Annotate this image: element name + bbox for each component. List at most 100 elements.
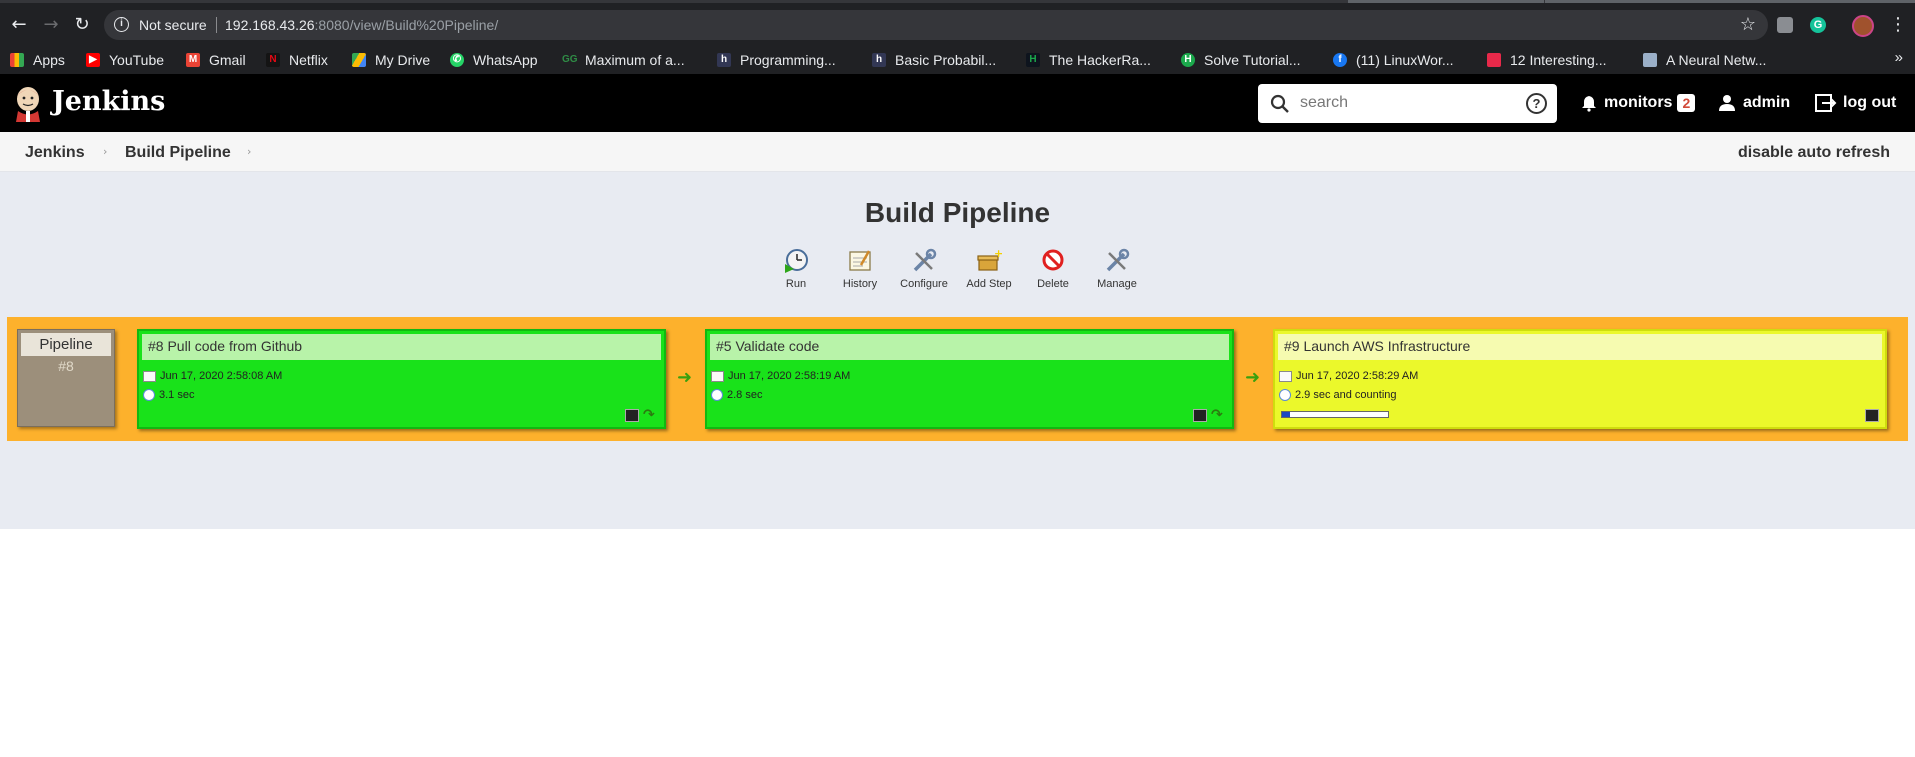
pipeline-number[interactable]: #8	[18, 358, 114, 374]
app-title[interactable]: Jenkins	[52, 86, 165, 117]
console-icon[interactable]	[1193, 409, 1207, 422]
bookmark-label: Maximum of a...	[585, 52, 685, 68]
bookmark-solve-tutorial[interactable]: H Solve Tutorial...	[1181, 50, 1301, 70]
divider	[216, 17, 217, 33]
bookmark-label: Programming...	[740, 52, 836, 68]
build-date-row: Jun 17, 2020 2:58:08 AM	[143, 370, 282, 382]
build-progress-bar	[1281, 411, 1389, 418]
user-link[interactable]: admin	[1718, 92, 1790, 114]
bookmark-apps[interactable]: Apps	[10, 50, 65, 70]
console-icon[interactable]	[625, 409, 639, 422]
pipeline-trigger[interactable]: Pipeline #8	[17, 329, 115, 427]
build-actions: ↷	[1193, 408, 1226, 422]
breadcrumb: Jenkins › Build Pipeline › disable auto …	[0, 132, 1915, 172]
logout-icon	[1815, 94, 1837, 112]
bookmark-hackerrank[interactable]: H The HackerRa...	[1026, 50, 1151, 70]
user-icon	[1719, 95, 1735, 111]
gmail-icon: M	[186, 53, 200, 67]
console-icon[interactable]	[1865, 409, 1879, 422]
search-icon	[1270, 94, 1289, 113]
apps-grid-icon	[10, 53, 24, 67]
calendar-icon	[1279, 370, 1292, 382]
build-date: Jun 17, 2020 2:58:29 AM	[1296, 370, 1419, 382]
pipeline-row: Pipeline #8 #8 Pull code from Github Jun…	[7, 317, 1908, 441]
retry-arrow-icon[interactable]: ↷	[643, 408, 658, 422]
monitors-link[interactable]: monitors 2	[1580, 92, 1696, 114]
bookmark-gmail[interactable]: M Gmail	[186, 50, 246, 70]
build-duration: 2.8 sec	[727, 389, 763, 401]
pipeline-arrow-icon: ➜	[677, 367, 693, 388]
jenkins-header: Jenkins ? monitors 2 admin log out	[0, 74, 1915, 132]
notepad-icon	[849, 250, 871, 271]
build-duration: 2.9 sec and counting	[1295, 389, 1397, 401]
help-icon[interactable]: ?	[1526, 93, 1547, 114]
back-icon[interactable]: ←	[6, 11, 32, 37]
chevron-right-icon[interactable]: ›	[247, 145, 251, 158]
build-card[interactable]: #5 Validate code Jun 17, 2020 2:58:19 AM…	[705, 329, 1234, 429]
breadcrumb-jenkins[interactable]: Jenkins	[25, 144, 85, 162]
chevron-right-icon[interactable]: ›	[103, 145, 107, 158]
manage-label: Manage	[1097, 278, 1137, 290]
bookmark-label: Solve Tutorial...	[1204, 52, 1301, 68]
build-progress-fill	[1282, 412, 1291, 417]
page-title: Build Pipeline	[864, 197, 1051, 228]
bookmark-youtube[interactable]: ▶ YouTube	[86, 50, 164, 70]
bookmark-label: Basic Probabil...	[895, 52, 997, 68]
bookmark-interesting[interactable]: 12 Interesting...	[1487, 50, 1607, 70]
bookmark-linuxworld[interactable]: f (11) LinuxWor...	[1333, 50, 1454, 70]
forward-icon[interactable]: →	[38, 11, 64, 37]
hackerearth-icon: h	[717, 53, 731, 67]
retry-arrow-icon[interactable]: ↷	[1211, 408, 1226, 422]
bookmarks-overflow-icon[interactable]: »	[1895, 49, 1903, 66]
wrench-screwdriver-icon	[1106, 248, 1130, 272]
configure-label: Configure	[900, 278, 948, 290]
build-title[interactable]: #8 Pull code from Github	[142, 334, 661, 360]
build-card[interactable]: #9 Launch AWS Infrastructure Jun 17, 202…	[1273, 329, 1887, 429]
bookmark-netflix[interactable]: N Netflix	[266, 50, 328, 70]
build-actions	[1865, 409, 1879, 422]
bookmark-drive[interactable]: My Drive	[352, 50, 430, 70]
grammarly-icon[interactable]: G	[1810, 17, 1826, 33]
clock-icon	[143, 389, 155, 401]
logout-link[interactable]: log out	[1815, 92, 1896, 114]
search-input[interactable]	[1300, 92, 1510, 114]
whatsapp-icon: ✆	[450, 53, 464, 67]
menu-icon[interactable]: ⋮	[1888, 15, 1908, 37]
extension-icon[interactable]	[1777, 17, 1793, 33]
build-title[interactable]: #9 Launch AWS Infrastructure	[1278, 334, 1882, 360]
bookmark-star-icon[interactable]: ☆	[1740, 14, 1756, 35]
url-host: 192.168.43.26	[225, 17, 315, 33]
pipeline-label: Pipeline	[21, 333, 111, 356]
address-bar[interactable]: i Not secure 192.168.43.26:8080/view/Bui…	[104, 10, 1768, 40]
jenkins-logo-icon[interactable]	[12, 84, 44, 122]
build-title[interactable]: #5 Validate code	[710, 334, 1229, 360]
build-date-row: Jun 17, 2020 2:58:19 AM	[711, 370, 850, 382]
search-box: ?	[1258, 84, 1557, 123]
breadcrumb-build-pipeline[interactable]: Build Pipeline	[125, 144, 231, 162]
url-text[interactable]: 192.168.43.26:8080/view/Build%20Pipeline…	[225, 17, 498, 33]
netflix-icon: N	[266, 53, 280, 67]
bookmark-label: A Neural Netw...	[1666, 52, 1767, 68]
bookmark-label: 12 Interesting...	[1510, 52, 1607, 68]
disable-auto-refresh-link[interactable]: disable auto refresh	[1738, 144, 1890, 162]
add-package-icon: +	[977, 248, 1002, 271]
user-label: admin	[1743, 94, 1791, 111]
build-duration: 3.1 sec	[159, 389, 195, 401]
geeksforgeeks-icon: GG	[562, 54, 578, 65]
build-card[interactable]: #8 Pull code from Github Jun 17, 2020 2:…	[137, 329, 666, 429]
bookmark-probability[interactable]: h Basic Probabil...	[872, 50, 996, 70]
bookmark-neural-network[interactable]: A Neural Netw...	[1643, 50, 1766, 70]
profile-avatar[interactable]	[1852, 15, 1874, 37]
no-entry-icon	[1042, 249, 1064, 271]
bookmark-whatsapp[interactable]: ✆ WhatsApp	[450, 50, 538, 70]
security-label[interactable]: Not secure	[139, 17, 207, 33]
info-icon[interactable]: i	[114, 17, 129, 32]
reload-icon[interactable]: ↻	[69, 11, 95, 37]
bookmark-programming[interactable]: h Programming...	[717, 50, 836, 70]
hackerrank-icon: H	[1181, 53, 1195, 67]
bookmark-label: Gmail	[209, 52, 246, 68]
build-date-row: Jun 17, 2020 2:58:29 AM	[1279, 370, 1418, 382]
pipeline-arrow-icon: ➜	[1245, 367, 1261, 388]
bookmark-geeksforgeeks[interactable]: GG Maximum of a...	[562, 50, 685, 70]
manage-button[interactable]: Manage	[1077, 248, 1157, 290]
